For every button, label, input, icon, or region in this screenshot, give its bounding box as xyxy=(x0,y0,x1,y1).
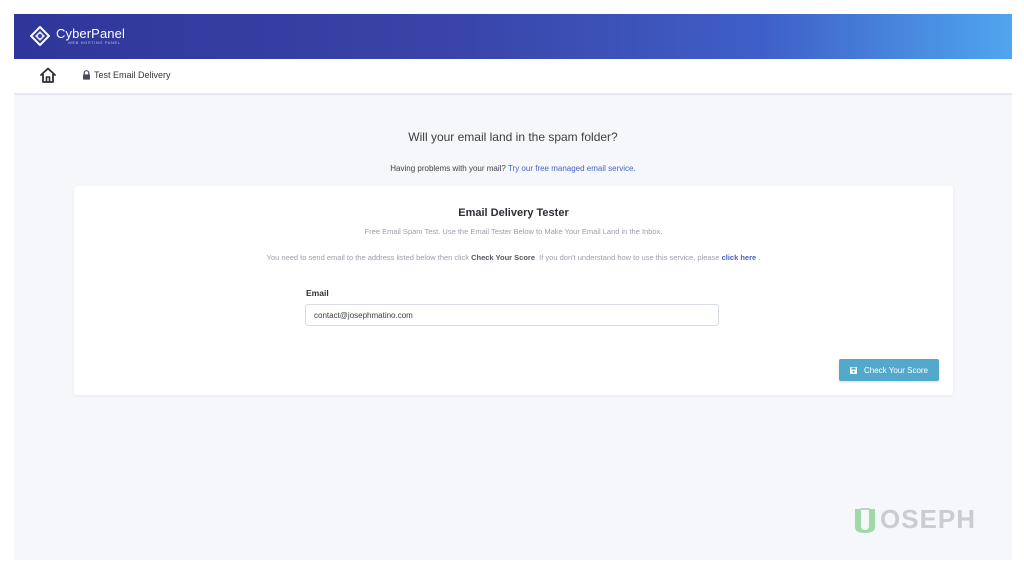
email-label: Email xyxy=(306,288,329,298)
card-instructions: You need to send email to the address li… xyxy=(74,253,953,262)
breadcrumb: Test Email Delivery xyxy=(14,59,1012,95)
watermark-mark-icon xyxy=(855,507,875,533)
top-header: CyberPanel WEB HOSTING PANEL xyxy=(14,14,1012,59)
instructions-emphasis: Check Your Score xyxy=(471,253,536,262)
page-subtitle: Having problems with your mail? Try our … xyxy=(14,164,1012,173)
instructions-text-1: You need to send email to the address li… xyxy=(266,253,472,262)
breadcrumb-item-test-email-delivery[interactable]: Test Email Delivery xyxy=(82,70,171,80)
instructions-text-2: . If you don't understand how to use thi… xyxy=(535,253,722,262)
brand-name: CyberPanel xyxy=(56,26,125,41)
card-subtitle: Free Email Spam Test. Use the Email Test… xyxy=(364,227,663,236)
email-field[interactable] xyxy=(305,304,719,326)
page-title: Will your email land in the spam folder? xyxy=(408,130,618,144)
watermark-text: OSEPH xyxy=(880,504,977,534)
breadcrumb-label: Test Email Delivery xyxy=(94,70,171,80)
brand-tagline: WEB HOSTING PANEL xyxy=(68,40,121,45)
subtitle-text: Having problems with your mail? xyxy=(390,164,506,173)
card-title: Email Delivery Tester xyxy=(458,207,569,219)
lock-icon xyxy=(83,70,90,80)
save-icon xyxy=(849,366,857,374)
home-icon[interactable] xyxy=(39,66,57,84)
click-here-link[interactable]: click here xyxy=(722,253,757,262)
app-window: CyberPanel WEB HOSTING PANEL Test Email … xyxy=(14,14,1012,560)
instructions-text-3: . xyxy=(756,253,761,262)
check-your-score-label: Check Your Score xyxy=(863,365,929,375)
check-your-score-button[interactable]: Check Your Score xyxy=(839,359,939,381)
brand-logo[interactable]: CyberPanel WEB HOSTING PANEL xyxy=(30,26,125,46)
watermark-logo: OSEPH xyxy=(852,504,976,535)
email-tester-card: Email Delivery Tester Free Email Spam Te… xyxy=(74,186,953,395)
managed-email-link[interactable]: Try our free managed email service. xyxy=(508,164,636,173)
cyberpanel-logo-icon xyxy=(30,26,50,46)
